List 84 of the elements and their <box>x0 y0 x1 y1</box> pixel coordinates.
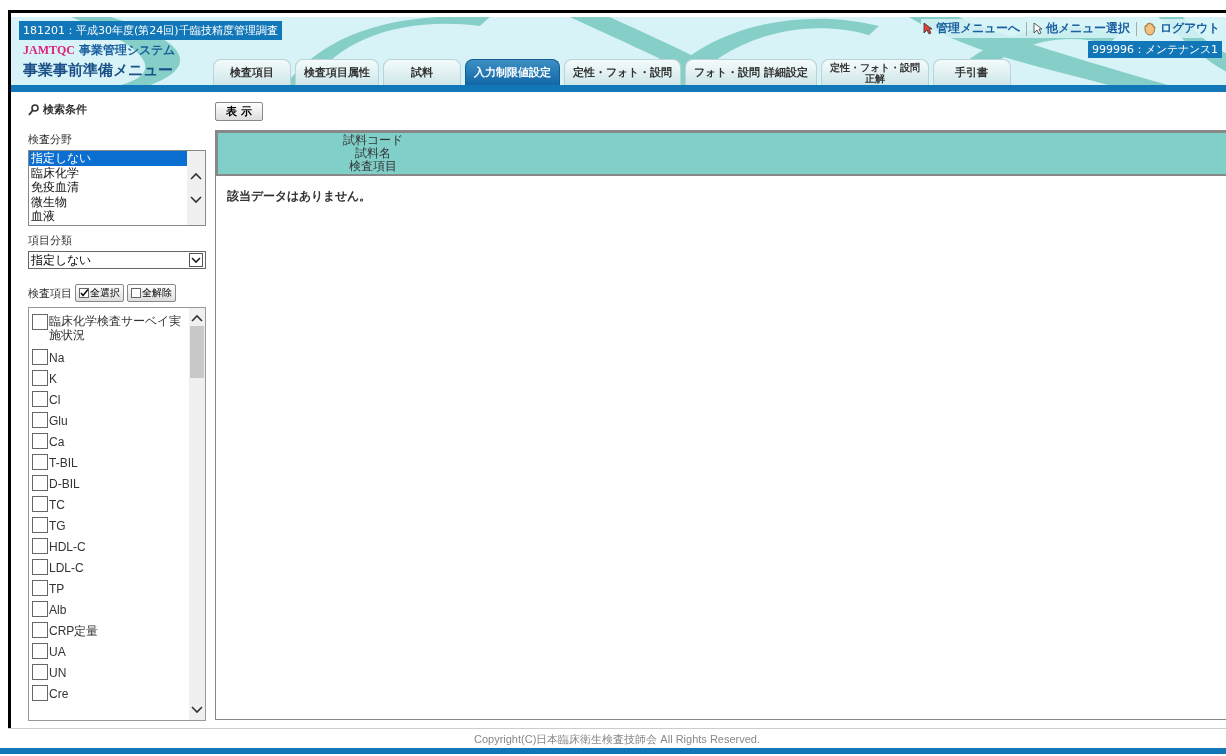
item-checkbox-row[interactable]: Alb <box>32 596 189 617</box>
search-conditions-title: 検索条件 <box>43 102 87 117</box>
listbox-option[interactable]: 微生物 <box>29 194 187 209</box>
checkbox[interactable] <box>32 433 48 449</box>
header-link[interactable]: 管理メニューへ <box>923 20 1020 37</box>
item-checkbox-row[interactable]: K <box>32 365 189 386</box>
checkbox[interactable] <box>32 496 48 512</box>
listbox-option[interactable]: 免疫血清 <box>29 180 187 195</box>
menu-title: 事業事前準備メニュー <box>22 61 174 80</box>
scroll-up-icon[interactable] <box>190 172 202 180</box>
checkbox[interactable] <box>32 517 48 533</box>
checkbox[interactable] <box>32 538 48 554</box>
checkbox[interactable] <box>32 643 48 659</box>
tab[interactable]: 試料 <box>383 59 461 85</box>
listbox-option[interactable]: 指定しない <box>29 151 187 166</box>
copyright-text: Copyright(C)日本臨床衛生検査技師会 All Rights Reserved. <box>473 732 761 747</box>
item-checkbox-row[interactable]: UA <box>32 638 189 659</box>
field-label: 検査分野 <box>28 132 73 147</box>
scroll-up-icon[interactable] <box>191 314 203 322</box>
select-all-button[interactable]: 全選択 <box>75 284 124 302</box>
item-checkbox-row[interactable]: Glu <box>32 407 189 428</box>
tab[interactable]: フォト・設問 詳細設定 <box>685 59 817 85</box>
header-link[interactable]: 他メニュー選択 <box>1033 20 1130 37</box>
tab[interactable]: 定性・フォト・設問 <box>564 59 681 85</box>
category-select[interactable]: 指定しない <box>28 251 206 269</box>
listbox-option[interactable]: 臨床化学 <box>29 165 187 180</box>
item-checkbox-row[interactable]: TP <box>32 575 189 596</box>
tab[interactable]: 検査項目属性 <box>295 59 379 85</box>
user-label: 999996：メンテナンス1 <box>1088 41 1222 58</box>
empty-message: 該当データはありません。 <box>227 188 372 205</box>
item-checkbox-row[interactable]: HDL-C <box>32 533 189 554</box>
checkbox[interactable] <box>32 475 48 491</box>
item-checkbox-row[interactable]: 臨床化学検査サーベイ実施状況 <box>32 310 189 344</box>
dropdown-icon <box>189 253 203 267</box>
item-checkbox-row[interactable]: T-BIL <box>32 449 189 470</box>
clear-all-button[interactable]: 全解除 <box>127 284 176 302</box>
scroll-down-icon[interactable] <box>191 706 203 714</box>
hand-icon <box>1143 21 1157 36</box>
item-checkbox-row[interactable]: TC <box>32 491 189 512</box>
item-checkbox-row[interactable]: Cl <box>32 386 189 407</box>
item-checkbox-row[interactable]: CRP定量 <box>32 617 189 638</box>
checkbox[interactable] <box>32 454 48 470</box>
checkbox[interactable] <box>32 580 48 596</box>
checkbox[interactable] <box>32 412 48 428</box>
tab[interactable]: 入力制限値設定 <box>465 59 560 85</box>
items-label: 検査項目 <box>28 285 72 301</box>
tab[interactable]: 定性・フォト・設問 正解 <box>820 59 929 85</box>
field-listbox[interactable]: 指定しない 臨床化学 免疫血清 微生物 血液 <box>28 150 206 226</box>
item-checkbox-row[interactable]: Cre <box>32 680 189 701</box>
survey-title: 181201：平成30年度(第24回)千臨技精度管理調査 <box>19 21 282 40</box>
column-header: 試料コード <box>343 134 403 147</box>
column-header: 検査項目 <box>349 160 397 173</box>
tab[interactable]: 手引書 <box>932 59 1011 85</box>
brand-name: JAMTQC <box>23 43 75 58</box>
header-link[interactable]: ログアウト <box>1143 20 1220 37</box>
checkbox[interactable] <box>32 685 48 701</box>
scroll-down-icon[interactable] <box>190 196 202 204</box>
checkbox[interactable] <box>32 559 48 575</box>
item-checkbox-row[interactable]: LDL-C <box>32 554 189 575</box>
checkbox[interactable] <box>32 370 48 386</box>
cursor-icon <box>923 22 933 35</box>
show-button[interactable]: 表 示 <box>215 102 263 121</box>
category-label: 項目分類 <box>28 233 73 248</box>
item-checkbox-row[interactable]: TG <box>32 512 189 533</box>
cursor-icon <box>1033 22 1043 35</box>
item-checkbox-row[interactable]: Na <box>32 344 189 365</box>
checkbox[interactable] <box>32 391 48 407</box>
tab[interactable]: 検査項目 <box>213 59 291 85</box>
item-checkbox-row[interactable]: Ca <box>32 428 189 449</box>
scroll-thumb[interactable] <box>190 326 204 378</box>
system-name: 事業管理システム <box>79 42 175 59</box>
empty-box-icon <box>131 288 141 298</box>
listbox-option[interactable]: 血液 <box>29 209 187 224</box>
scrollbar[interactable] <box>189 308 205 720</box>
checkbox[interactable] <box>32 601 48 617</box>
checkbox[interactable] <box>32 622 48 638</box>
checkmark-icon <box>79 288 89 298</box>
checkbox[interactable] <box>32 349 48 365</box>
checkbox[interactable] <box>32 314 48 330</box>
checkbox[interactable] <box>32 664 48 680</box>
column-header: 試料名 <box>355 147 391 160</box>
item-checkbox-row[interactable]: UN <box>32 659 189 680</box>
item-checkbox-row[interactable]: D-BIL <box>32 470 189 491</box>
search-icon <box>28 103 39 116</box>
